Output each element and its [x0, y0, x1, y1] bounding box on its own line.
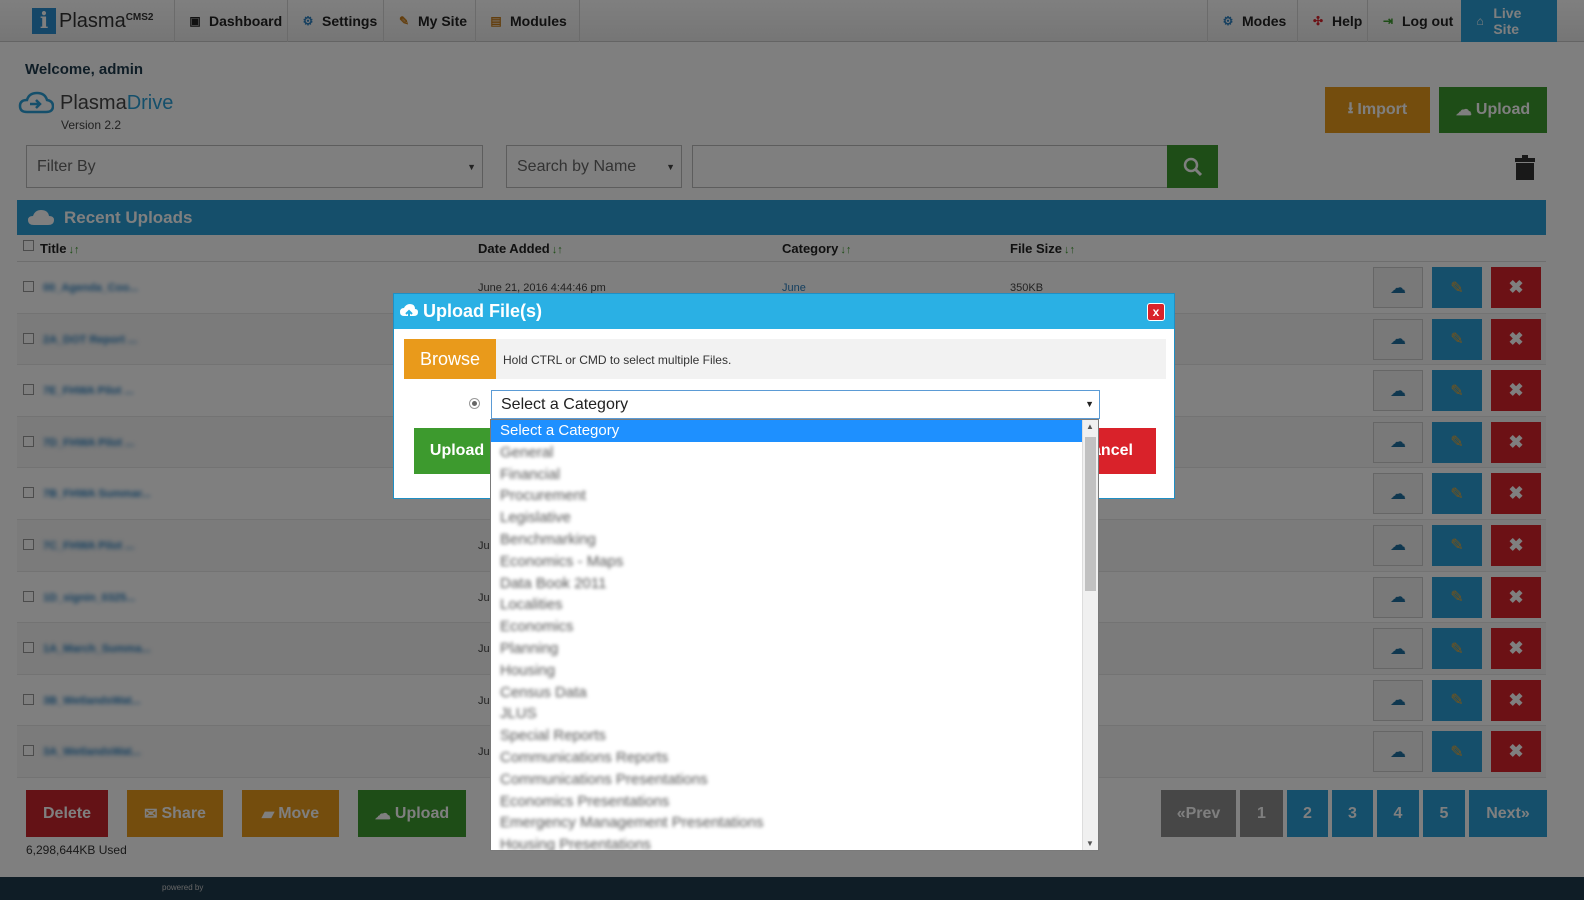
- category-option[interactable]: Communications Presentations: [491, 769, 1083, 791]
- category-option[interactable]: Economics Presentations: [491, 791, 1083, 813]
- modal-upload-button[interactable]: Upload: [414, 428, 500, 474]
- category-option[interactable]: Special Reports: [491, 725, 1083, 747]
- category-option[interactable]: Housing: [491, 660, 1083, 682]
- modal-header: Upload File(s): [394, 294, 1174, 329]
- category-option[interactable]: Emergency Management Presentations: [491, 812, 1083, 834]
- category-option[interactable]: Data Book 2011: [491, 573, 1083, 595]
- category-options: Select a Category General Financial Procure…: [491, 420, 1083, 850]
- category-option[interactable]: Select a Category: [491, 420, 1083, 442]
- category-dropdown-list[interactable]: Select a Category General Financial Procure…: [490, 419, 1099, 851]
- modal-title: Upload File(s): [423, 301, 543, 321]
- category-option[interactable]: General: [491, 442, 1083, 464]
- file-picker: Browse Hold CTRL or CMD to select multip…: [404, 339, 1166, 379]
- scroll-down-icon[interactable]: ▼: [1086, 839, 1094, 848]
- category-select[interactable]: Select a Category ▼: [491, 390, 1100, 419]
- category-option[interactable]: Housing Presentations: [491, 834, 1083, 850]
- browse-button[interactable]: Browse: [404, 339, 496, 379]
- browse-hint: Hold CTRL or CMD to select multiple File…: [503, 353, 732, 367]
- cloud-upload-icon: [400, 303, 418, 320]
- category-option[interactable]: Benchmarking: [491, 529, 1083, 551]
- category-option[interactable]: Planning: [491, 638, 1083, 660]
- scrollbar-thumb[interactable]: [1085, 437, 1096, 591]
- close-icon[interactable]: x: [1147, 303, 1165, 321]
- category-option[interactable]: Procurement: [491, 485, 1083, 507]
- scroll-up-icon[interactable]: ▲: [1086, 422, 1094, 431]
- dropdown-scrollbar[interactable]: ▲ ▼: [1082, 420, 1098, 850]
- category-radio[interactable]: [469, 398, 480, 409]
- category-option[interactable]: Census Data: [491, 682, 1083, 704]
- category-select-value: Select a Category: [501, 395, 629, 413]
- category-option[interactable]: Communications Reports: [491, 747, 1083, 769]
- category-option[interactable]: Economics: [491, 616, 1083, 638]
- category-option[interactable]: Legislative: [491, 507, 1083, 529]
- category-option[interactable]: JLUS: [491, 703, 1083, 725]
- category-option[interactable]: Financial: [491, 464, 1083, 486]
- category-option[interactable]: Economics - Maps: [491, 551, 1083, 573]
- chevron-down-icon: ▼: [1085, 399, 1094, 409]
- category-option[interactable]: Localities: [491, 594, 1083, 616]
